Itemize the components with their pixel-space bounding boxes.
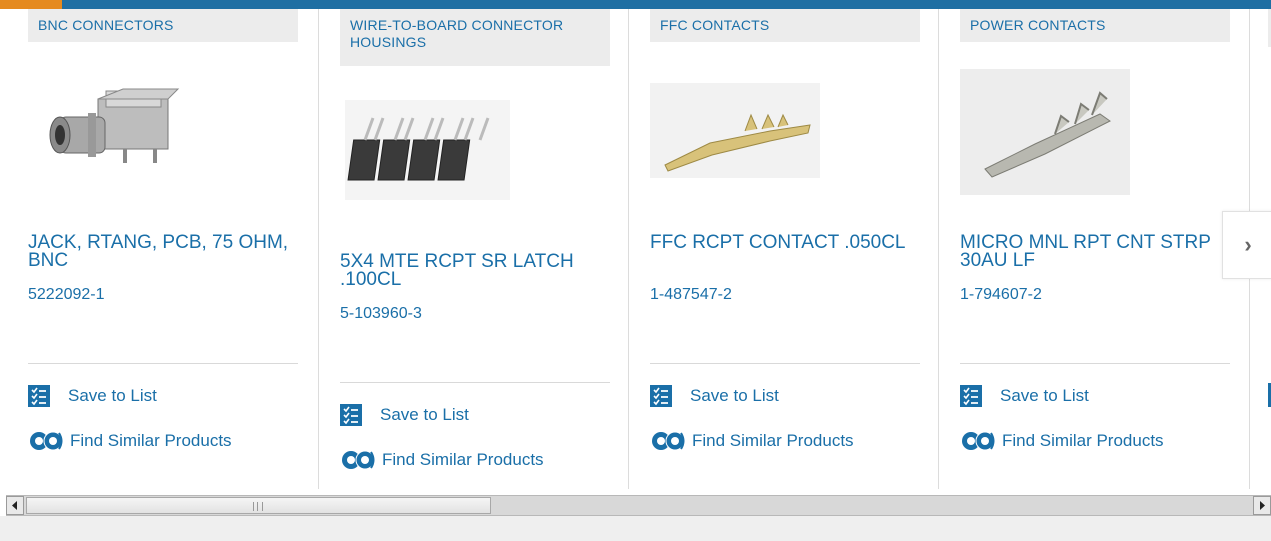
category-label[interactable]: POWER CONTACTS xyxy=(960,9,1230,42)
save-to-list-button[interactable]: Save to List xyxy=(650,383,779,409)
carousel-next-button[interactable]: › xyxy=(1222,211,1271,279)
category-label[interactable]: WIRE-TO-BOARD CONNECTOR HOUSINGS xyxy=(340,9,610,66)
find-similar-products-button[interactable]: Find Similar Products xyxy=(960,428,1164,454)
gears-icon xyxy=(652,431,685,451)
connector-housing-image[interactable] xyxy=(340,95,610,225)
checklist-icon xyxy=(960,385,982,407)
card-divider xyxy=(28,363,298,364)
scroll-left-arrow[interactable] xyxy=(6,496,24,515)
product-card: POWER CONTACTS MICRO MNL RPT CNT STRP 30… xyxy=(938,9,1248,489)
save-to-list-button[interactable]: Save to List xyxy=(28,383,157,409)
top-accent-bar xyxy=(0,0,62,9)
card-divider xyxy=(340,382,610,383)
checklist-icon xyxy=(28,385,50,407)
part-number-link[interactable]: 5222092-1 xyxy=(28,286,105,304)
horizontal-scrollbar[interactable] xyxy=(6,495,1271,516)
product-carousel: BNC CONNECTORS JACK, RTANG, PCB, 75 OHM,… xyxy=(0,9,1271,489)
ffc-contact-image[interactable] xyxy=(650,83,920,213)
part-number-link[interactable]: 5-103960-3 xyxy=(340,305,422,323)
find-similar-label: Find Similar Products xyxy=(70,431,232,450)
save-to-list-label: Save to List xyxy=(380,405,469,424)
product-card: WIRE-TO-BOARD CONNECTOR HOUSINGS 5X4 MTE… xyxy=(318,9,628,489)
find-similar-products-button[interactable]: Find Similar Products xyxy=(650,428,854,454)
checklist-icon xyxy=(340,404,362,426)
gears-icon xyxy=(30,431,63,451)
find-similar-label: Find Similar Products xyxy=(382,450,544,469)
gears-icon xyxy=(962,431,995,451)
product-card: BNC CONNECTORS JACK, RTANG, PCB, 75 OHM,… xyxy=(0,9,310,489)
scroll-right-arrow[interactable] xyxy=(1253,496,1271,515)
part-number-link[interactable]: 1-794607-2 xyxy=(960,286,1042,304)
gears-icon xyxy=(342,450,375,470)
card-divider xyxy=(960,363,1230,364)
product-title-link[interactable]: 5X4 MTE RCPT SR LATCH .100CL xyxy=(340,252,610,289)
scrollbar-thumb[interactable] xyxy=(26,497,491,514)
save-to-list-button[interactable]: Save to List xyxy=(960,383,1089,409)
category-label[interactable]: BNC CONNECTORS xyxy=(28,9,298,42)
product-card: FFC CONTACTS FFC RCPT CONTACT .050CL 1-4… xyxy=(628,9,938,489)
product-title-link[interactable]: JACK, RTANG, PCB, 75 OHM, BNC xyxy=(28,233,298,270)
scrollbar-grip xyxy=(253,502,263,511)
category-label[interactable]: FFC CONTACTS xyxy=(650,9,920,42)
product-title-link[interactable]: MICRO MNL RPT CNT STRP 30AU LF xyxy=(960,233,1230,270)
top-color-bar xyxy=(0,0,1271,9)
bnc-connector-image[interactable] xyxy=(28,69,298,199)
find-similar-label: Find Similar Products xyxy=(1002,431,1164,450)
find-similar-products-button[interactable]: Find Similar Products xyxy=(340,447,544,473)
checklist-icon xyxy=(650,385,672,407)
save-to-list-label: Save to List xyxy=(690,386,779,405)
chevron-right-icon: › xyxy=(1244,232,1252,257)
power-contact-image[interactable] xyxy=(960,69,1230,199)
find-similar-label: Find Similar Products xyxy=(692,431,854,450)
find-similar-products-button[interactable]: Find Similar Products xyxy=(28,428,232,454)
bottom-strip xyxy=(0,516,1271,541)
part-number-link[interactable]: 1-487547-2 xyxy=(650,286,732,304)
save-to-list-label: Save to List xyxy=(1000,386,1089,405)
save-to-list-label: Save to List xyxy=(68,386,157,405)
save-to-list-button[interactable]: Save to List xyxy=(340,402,469,428)
card-divider xyxy=(650,363,920,364)
product-title-link[interactable]: FFC RCPT CONTACT .050CL xyxy=(650,233,920,252)
